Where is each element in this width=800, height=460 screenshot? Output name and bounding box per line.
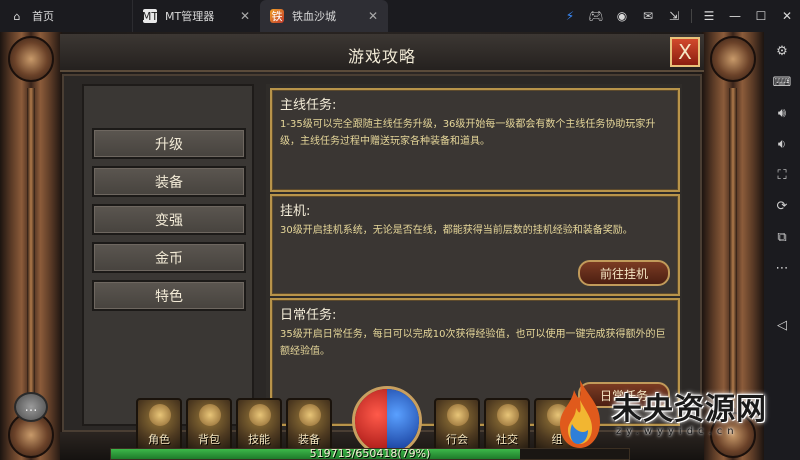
character-icon	[149, 404, 171, 426]
gamepad-icon[interactable]: 🎮︎	[583, 0, 609, 32]
back-icon[interactable]: ◁	[768, 310, 796, 341]
user-icon[interactable]: ◉	[609, 0, 635, 32]
guild-icon	[447, 404, 469, 426]
equipment-icon	[299, 404, 321, 426]
quest-description: 30级开启挂机系统，无论是否在线，都能获得当前层数的挂机经验和装备奖励。	[280, 225, 633, 236]
menu-character-button[interactable]: 角色	[136, 398, 182, 452]
hp-mp-orb	[352, 386, 422, 456]
collapse-icon[interactable]: ⇲	[661, 0, 687, 32]
category-equipment[interactable]: 装备	[92, 166, 246, 197]
dialog-close-button[interactable]: X	[670, 37, 700, 67]
mt-manager-icon: MT	[141, 9, 159, 23]
menu-label: 背包	[198, 433, 220, 446]
minimize-icon[interactable]: —	[722, 0, 748, 32]
hp-globe	[355, 389, 387, 453]
lightning-icon[interactable]: ⚡	[557, 0, 583, 32]
home-icon: ⌂	[13, 9, 21, 23]
emulator-titlebar: ⌂ 首页 MT MT管理器 ✕ 铁 铁血沙城 ✕ ⚡ 🎮︎ ◉ ✉ ⇲ ☰ — …	[0, 0, 800, 32]
watermark-title: 未央资源网	[612, 392, 767, 427]
social-icon	[497, 404, 519, 426]
tab-game-label: 铁血沙城	[292, 10, 336, 23]
watermark-url: zy.wyyidc.cn	[616, 426, 739, 437]
dialog-header: 游戏攻略	[60, 34, 704, 72]
quest-idle: 挂机: 30级开启挂机系统，无论是否在线，都能获得当前层数的挂机经验和装备奖励。…	[270, 194, 680, 296]
skills-icon	[249, 404, 271, 426]
watermark: 未央资源网 zy.wyyidc.cn	[548, 366, 780, 460]
close-icon[interactable]: ✕	[774, 0, 800, 32]
quest-title: 主线任务:	[280, 98, 337, 113]
tab-game[interactable]: 铁 铁血沙城 ✕	[260, 0, 388, 32]
menu-icon[interactable]: ☰	[696, 0, 722, 32]
volume-up-icon[interactable]: 🔊︎	[768, 98, 796, 129]
tab-mt-manager-label: MT管理器	[165, 10, 215, 23]
menu-label: 技能	[248, 433, 270, 446]
category-features[interactable]: 特色	[92, 280, 246, 311]
mail-icon[interactable]: ✉	[635, 0, 661, 32]
window-controls: ⚡ 🎮︎ ◉ ✉ ⇲ ☰ — ☐ ✕	[557, 0, 800, 32]
settings-icon[interactable]: ⚙	[768, 36, 796, 67]
category-gold[interactable]: 金币	[92, 242, 246, 273]
game-icon: 铁	[270, 9, 284, 23]
menu-skills-button[interactable]: 技能	[236, 398, 282, 452]
menu-social-button[interactable]: 社交	[484, 398, 530, 452]
menu-label: 行会	[446, 433, 468, 446]
multi-instance-icon[interactable]: ⧉	[768, 222, 796, 253]
menu-guild-button[interactable]: 行会	[434, 398, 480, 452]
more-icon[interactable]: ⋯	[768, 253, 796, 284]
dialog-title: 游戏攻略	[347, 47, 416, 66]
quest-main: 主线任务: 1-35级可以完全跟随主线任务升级，36级开始每一级都会有数个主线任…	[270, 88, 680, 192]
tab-home[interactable]: ⌂ 首页	[0, 0, 132, 32]
quest-title: 挂机:	[280, 204, 311, 219]
quest-description: 1-35级可以完全跟随主线任务升级，36级开始每一级都会有数个主线任务协助玩家升…	[280, 119, 656, 147]
mp-globe	[387, 389, 419, 453]
screenshot-icon[interactable]: ⛶	[768, 160, 796, 191]
tab-home-label: 首页	[32, 10, 54, 23]
rotate-icon[interactable]: ⟳	[768, 191, 796, 222]
divider	[691, 9, 692, 23]
close-icon[interactable]: ✕	[240, 9, 250, 23]
quest-title: 日常任务:	[280, 308, 337, 323]
flame-logo-icon	[560, 380, 600, 448]
close-icon[interactable]: ✕	[368, 9, 378, 23]
goto-idle-button[interactable]: 前往挂机	[578, 260, 670, 286]
menu-label: 社交	[496, 433, 518, 446]
volume-down-icon[interactable]: 🔉︎	[768, 129, 796, 160]
category-panel: 升级 装备 变强 金币 特色	[82, 84, 254, 426]
tab-mt-manager[interactable]: MT MT管理器 ✕	[132, 0, 260, 32]
quest-description: 35级开启日常任务，每日可以完成10次获得经验值，也可以使用一键完成获得额外的巨…	[280, 329, 666, 357]
maximize-icon[interactable]: ☐	[748, 0, 774, 32]
category-strengthen[interactable]: 变强	[92, 204, 246, 235]
chat-bubble-icon[interactable]: …	[14, 392, 48, 422]
menu-label: 角色	[148, 433, 170, 446]
bag-icon	[199, 404, 221, 426]
menu-label: 装备	[298, 433, 320, 446]
menu-equipment-button[interactable]: 装备	[286, 398, 332, 452]
menu-bag-button[interactable]: 背包	[186, 398, 232, 452]
category-upgrade[interactable]: 升级	[92, 128, 246, 159]
keyboard-icon[interactable]: ⌨	[768, 67, 796, 98]
